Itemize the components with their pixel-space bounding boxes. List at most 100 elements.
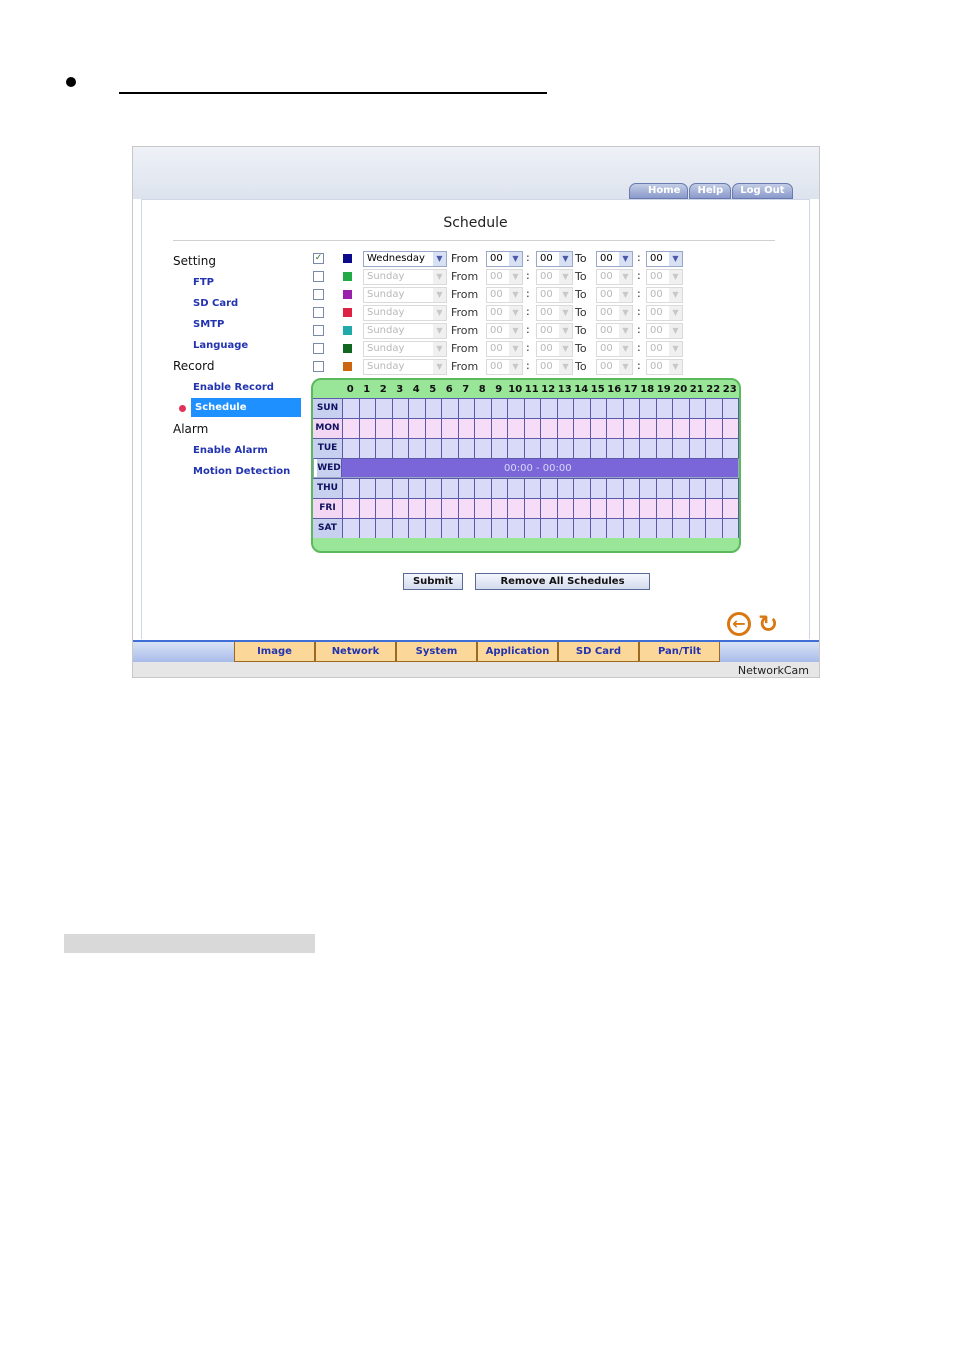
hour-cell[interactable] (689, 399, 706, 418)
hour-cell[interactable] (392, 479, 409, 498)
from-minute-select[interactable]: 00 ▼ (536, 323, 573, 339)
hour-cell[interactable] (573, 459, 590, 477)
hour-cell[interactable] (457, 459, 474, 477)
hour-cell[interactable] (359, 399, 376, 418)
hour-cell[interactable] (590, 479, 607, 498)
hour-cell[interactable] (673, 499, 690, 518)
hour-cell[interactable] (574, 499, 591, 518)
nav-tab-sd-card[interactable]: SD Card (558, 642, 639, 662)
refresh-icon[interactable]: ↻ (754, 610, 782, 638)
hour-cell[interactable] (524, 499, 541, 518)
hour-cell[interactable] (424, 459, 441, 477)
hour-cell[interactable] (409, 519, 426, 538)
schedule-checkbox[interactable] (313, 307, 324, 318)
hour-cell[interactable] (673, 519, 690, 538)
hour-cell[interactable] (590, 499, 607, 518)
hour-cell[interactable] (640, 519, 657, 538)
hour-cell[interactable] (524, 419, 541, 438)
to-hour-select[interactable]: 00 ▼ (596, 341, 633, 357)
hour-cell[interactable] (640, 399, 657, 418)
hour-cell[interactable] (557, 519, 574, 538)
from-minute-select[interactable]: 00 ▼ (536, 287, 573, 303)
hour-cell[interactable] (392, 499, 409, 518)
day-select[interactable]: Sunday ▼ (363, 359, 447, 375)
from-minute-select[interactable]: 00 ▼ (536, 251, 573, 267)
hour-cell[interactable] (607, 479, 624, 498)
hour-cell[interactable] (673, 439, 690, 458)
hour-cell[interactable] (656, 419, 673, 438)
hour-cell[interactable] (623, 479, 640, 498)
hour-cell[interactable] (590, 399, 607, 418)
to-minute-select[interactable]: 00 ▼ (646, 359, 683, 375)
hour-cell[interactable] (574, 479, 591, 498)
hour-cell[interactable] (557, 479, 574, 498)
from-hour-select[interactable]: 00 ▼ (486, 287, 523, 303)
hour-cell[interactable] (541, 439, 558, 458)
to-hour-select[interactable]: 00 ▼ (596, 269, 633, 285)
hour-cell[interactable] (673, 399, 690, 418)
hour-cell[interactable] (408, 459, 425, 477)
from-hour-select[interactable]: 00 ▼ (486, 359, 523, 375)
hour-cell[interactable] (656, 399, 673, 418)
back-arrow-icon[interactable]: ← (727, 612, 751, 636)
hour-cell[interactable] (623, 519, 640, 538)
home-link[interactable]: Home (629, 183, 689, 199)
hour-cell[interactable] (656, 519, 673, 538)
schedule-checkbox[interactable] (313, 289, 324, 300)
hour-cell[interactable] (425, 439, 442, 458)
from-minute-select[interactable]: 00 ▼ (536, 305, 573, 321)
hour-cell[interactable] (491, 439, 508, 458)
hour-cell[interactable] (442, 399, 459, 418)
hour-cell[interactable] (706, 419, 723, 438)
hour-cell[interactable] (640, 479, 657, 498)
hour-cell[interactable] (376, 519, 393, 538)
menu-item-language[interactable]: Language (173, 335, 305, 356)
to-hour-select[interactable]: 00 ▼ (596, 323, 633, 339)
nav-tab-application[interactable]: Application (477, 642, 558, 662)
menu-item-motion-detection[interactable]: Motion Detection (173, 461, 305, 482)
hour-cell[interactable] (442, 439, 459, 458)
hour-cell[interactable] (557, 419, 574, 438)
hour-cell[interactable] (606, 459, 623, 477)
hour-cell[interactable] (541, 399, 558, 418)
hour-cell[interactable] (574, 439, 591, 458)
hour-cell[interactable] (458, 439, 475, 458)
hour-cell[interactable] (590, 439, 607, 458)
menu-item-schedule[interactable]: Schedule (173, 398, 305, 419)
to-minute-select[interactable]: 00 ▼ (646, 287, 683, 303)
hour-cell[interactable] (722, 519, 739, 538)
hour-cell[interactable] (508, 499, 525, 518)
hour-cell[interactable] (722, 439, 739, 458)
menu-item-enable-alarm[interactable]: Enable Alarm (173, 440, 305, 461)
hour-cell[interactable] (673, 479, 690, 498)
hour-cell[interactable] (706, 499, 723, 518)
hour-cell[interactable] (557, 399, 574, 418)
hour-cell[interactable] (442, 419, 459, 438)
hour-cell[interactable] (491, 479, 508, 498)
hour-cell[interactable] (607, 439, 624, 458)
hour-cell[interactable] (524, 519, 541, 538)
hour-cell[interactable] (425, 479, 442, 498)
from-hour-select[interactable]: 00 ▼ (486, 269, 523, 285)
hour-cell[interactable] (475, 439, 492, 458)
to-minute-select[interactable]: 00 ▼ (646, 251, 683, 267)
hour-cell[interactable] (689, 499, 706, 518)
hour-cell[interactable] (524, 479, 541, 498)
hour-cell[interactable] (541, 419, 558, 438)
hour-cell[interactable] (623, 439, 640, 458)
logout-link[interactable]: Log Out (732, 183, 793, 199)
schedule-checkbox[interactable] (313, 343, 324, 354)
hour-cell[interactable] (541, 499, 558, 518)
schedule-checkbox[interactable] (313, 271, 324, 282)
hour-cell[interactable] (672, 459, 689, 477)
hour-cell[interactable] (376, 399, 393, 418)
day-select[interactable]: Wednesday ▼ (363, 251, 447, 267)
hour-cell[interactable] (359, 439, 376, 458)
hour-cell[interactable] (589, 459, 606, 477)
hour-cell[interactable] (343, 419, 360, 438)
hour-cell[interactable] (541, 519, 558, 538)
help-link[interactable]: Help (689, 183, 732, 199)
hour-cell[interactable] (640, 439, 657, 458)
hour-cell[interactable] (425, 419, 442, 438)
hour-cell[interactable] (639, 459, 656, 477)
